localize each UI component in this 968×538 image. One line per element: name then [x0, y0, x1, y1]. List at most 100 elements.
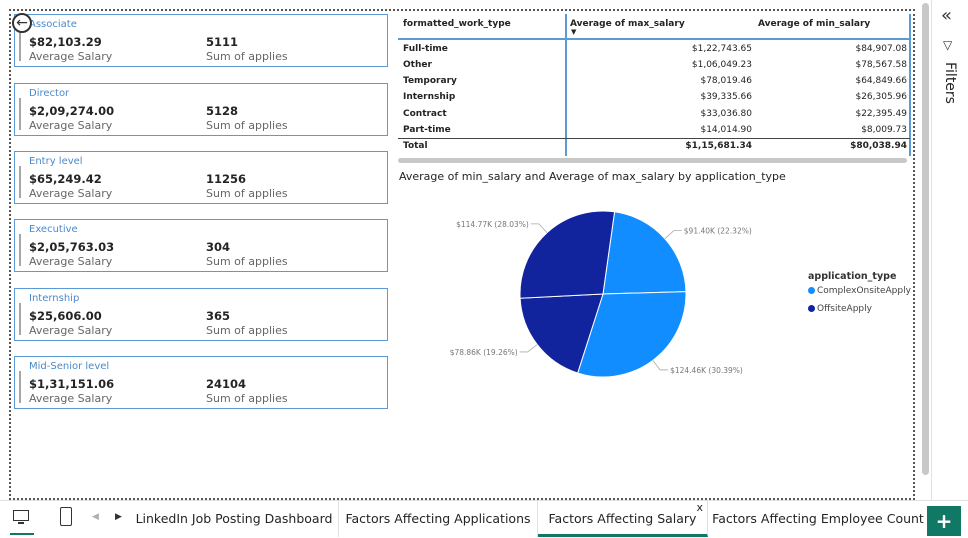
- active-view-indicator: [10, 533, 34, 535]
- header-max-salary[interactable]: Average of max_salary: [570, 19, 685, 29]
- card-accent-bar: [19, 29, 21, 61]
- table-row: Other $1,06,049.23 $78,567.58: [398, 58, 910, 74]
- card-accent-bar: [19, 234, 21, 266]
- desktop-view-icon[interactable]: [9, 507, 35, 535]
- table-row: Internship $39,335.66 $26,305.96: [398, 90, 910, 106]
- card-salary-label: Average Salary: [29, 324, 113, 337]
- legend-item-offsiteapply[interactable]: OffsiteApply: [808, 304, 872, 314]
- min-salary-cell: $22,395.49: [855, 109, 907, 119]
- card-level: Internship: [29, 293, 80, 304]
- card-applies: 5128: [206, 104, 239, 118]
- card-level: Director: [29, 88, 70, 99]
- close-icon[interactable]: x: [696, 490, 703, 526]
- card-accent-bar: [19, 166, 21, 198]
- table-row: Contract $33,036.80 $22,395.49: [398, 107, 910, 123]
- canvas-vertical-scrollbar[interactable]: [920, 0, 930, 500]
- kpi-card[interactable]: Associate $82,103.29 Average Salary 5111…: [14, 14, 388, 67]
- tab-label: LinkedIn Job Posting Dashboard: [135, 511, 333, 526]
- legend-title: application_type: [808, 271, 897, 282]
- card-salary: $82,103.29: [29, 35, 102, 49]
- card-salary-label: Average Salary: [29, 187, 113, 200]
- total-max-salary: $1,15,681.34: [685, 141, 752, 151]
- pie-data-label: $91.40K (22.32%): [684, 227, 752, 236]
- row-label: Full-time: [403, 44, 448, 54]
- mobile-view-icon[interactable]: [60, 507, 72, 526]
- monitor-shape: [13, 510, 29, 521]
- legend-dot-icon: [808, 287, 815, 294]
- card-applies-label: Sum of applies: [206, 392, 288, 405]
- max-salary-cell: $39,335.66: [700, 92, 752, 102]
- card-salary: $2,05,763.03: [29, 240, 115, 254]
- header-work-type[interactable]: formatted_work_type: [403, 19, 511, 29]
- table-total-row: Total $1,15,681.34 $80,038.94: [398, 138, 910, 155]
- legend-dot-icon: [808, 305, 815, 312]
- pie-slice[interactable]: [602, 211, 687, 295]
- kpi-card[interactable]: Entry level $65,249.42 Average Salary 11…: [14, 151, 388, 204]
- double-chevron-left-icon[interactable]: «: [941, 5, 952, 26]
- tab-factors-affecting-employee-count[interactable]: Factors Affecting Employee Count: [708, 501, 928, 537]
- pie-leader-line: [664, 230, 682, 239]
- add-page-button[interactable]: +: [927, 506, 961, 536]
- card-level: Executive: [29, 224, 78, 235]
- min-salary-cell: $84,907.08: [855, 44, 907, 54]
- kpi-card[interactable]: Internship $25,606.00 Average Salary 365…: [14, 288, 388, 341]
- pie-leader-line: [519, 344, 538, 353]
- card-salary-label: Average Salary: [29, 392, 113, 405]
- pie-data-label: $114.77K (28.03%): [456, 220, 529, 229]
- tab-factors-affecting-salary[interactable]: Factors Affecting Salary x: [538, 501, 708, 537]
- pie-leader-line: [530, 223, 548, 234]
- card-salary: $25,606.00: [29, 309, 102, 323]
- min-salary-cell: $64,849.66: [855, 76, 907, 86]
- card-level: Entry level: [29, 156, 83, 167]
- card-applies-label: Sum of applies: [206, 119, 288, 132]
- max-salary-cell: $78,019.46: [700, 76, 752, 86]
- card-salary: $1,31,151.06: [29, 377, 115, 391]
- max-salary-cell: $33,036.80: [700, 109, 752, 119]
- work-type-table[interactable]: formatted_work_type Average of max_salar…: [398, 14, 911, 156]
- page-tab-bar: ◀ ▶ LinkedIn Job Posting Dashboard Facto…: [0, 500, 968, 538]
- legend-label: OffsiteApply: [817, 304, 872, 314]
- card-salary: $2,09,274.00: [29, 104, 115, 118]
- pie-data-label: $78.86K (19.26%): [450, 348, 518, 357]
- card-accent-bar: [19, 371, 21, 403]
- row-label: Internship: [403, 92, 456, 102]
- row-label: Contract: [403, 109, 447, 119]
- header-min-salary[interactable]: Average of min_salary: [758, 19, 870, 29]
- min-salary-cell: $8,009.73: [861, 125, 907, 135]
- total-min-salary: $80,038.94: [850, 141, 907, 151]
- card-salary-label: Average Salary: [29, 255, 113, 268]
- row-label: Part-time: [403, 125, 451, 135]
- legend-label: ComplexOnsiteApply: [817, 286, 911, 296]
- max-salary-cell: $14,014.90: [700, 125, 752, 135]
- tab-linkedin-job-posting-dashboard[interactable]: LinkedIn Job Posting Dashboard: [130, 501, 339, 537]
- card-salary-label: Average Salary: [29, 50, 113, 63]
- pie-chart[interactable]: $91.40K (22.32%) $124.46K (30.39%) $78.86K…: [440, 190, 780, 390]
- back-arrow-icon[interactable]: ←: [12, 13, 32, 33]
- sort-desc-icon[interactable]: ▼: [571, 28, 576, 36]
- card-applies-label: Sum of applies: [206, 50, 288, 63]
- legend-item-complexonsiteapply[interactable]: ComplexOnsiteApply: [808, 286, 911, 296]
- chart-title: Average of min_salary and Average of max…: [399, 170, 786, 183]
- card-level: Mid-Senior level: [29, 361, 110, 372]
- card-salary-label: Average Salary: [29, 119, 113, 132]
- table-horizontal-scrollbar[interactable]: [398, 158, 907, 163]
- tab-factors-affecting-applications[interactable]: Factors Affecting Applications: [339, 501, 538, 537]
- max-salary-cell: $1,06,049.23: [691, 60, 752, 70]
- kpi-card[interactable]: Mid-Senior level $1,31,151.06 Average Sa…: [14, 356, 388, 409]
- filters-label[interactable]: Filters: [942, 62, 958, 104]
- pie-data-label: $124.46K (30.39%): [670, 366, 743, 375]
- kpi-card[interactable]: Executive $2,05,763.03 Average Salary 30…: [14, 219, 388, 272]
- tab-label: Factors Affecting Employee Count: [712, 511, 924, 526]
- card-applies: 365: [206, 309, 231, 323]
- card-applies-label: Sum of applies: [206, 255, 288, 268]
- card-applies: 11256: [206, 172, 247, 186]
- scrollbar-thumb[interactable]: [922, 3, 929, 475]
- row-label: Temporary: [403, 76, 457, 86]
- row-label: Other: [403, 60, 432, 70]
- chevron-left-icon[interactable]: ◀: [92, 512, 99, 522]
- kpi-card[interactable]: Director $2,09,274.00 Average Salary 512…: [14, 83, 388, 136]
- monitor-stand: [18, 522, 24, 524]
- chevron-right-icon[interactable]: ▶: [115, 512, 122, 522]
- filters-pane[interactable]: « ▽ Filters: [931, 0, 968, 500]
- card-level: Associate: [29, 19, 77, 30]
